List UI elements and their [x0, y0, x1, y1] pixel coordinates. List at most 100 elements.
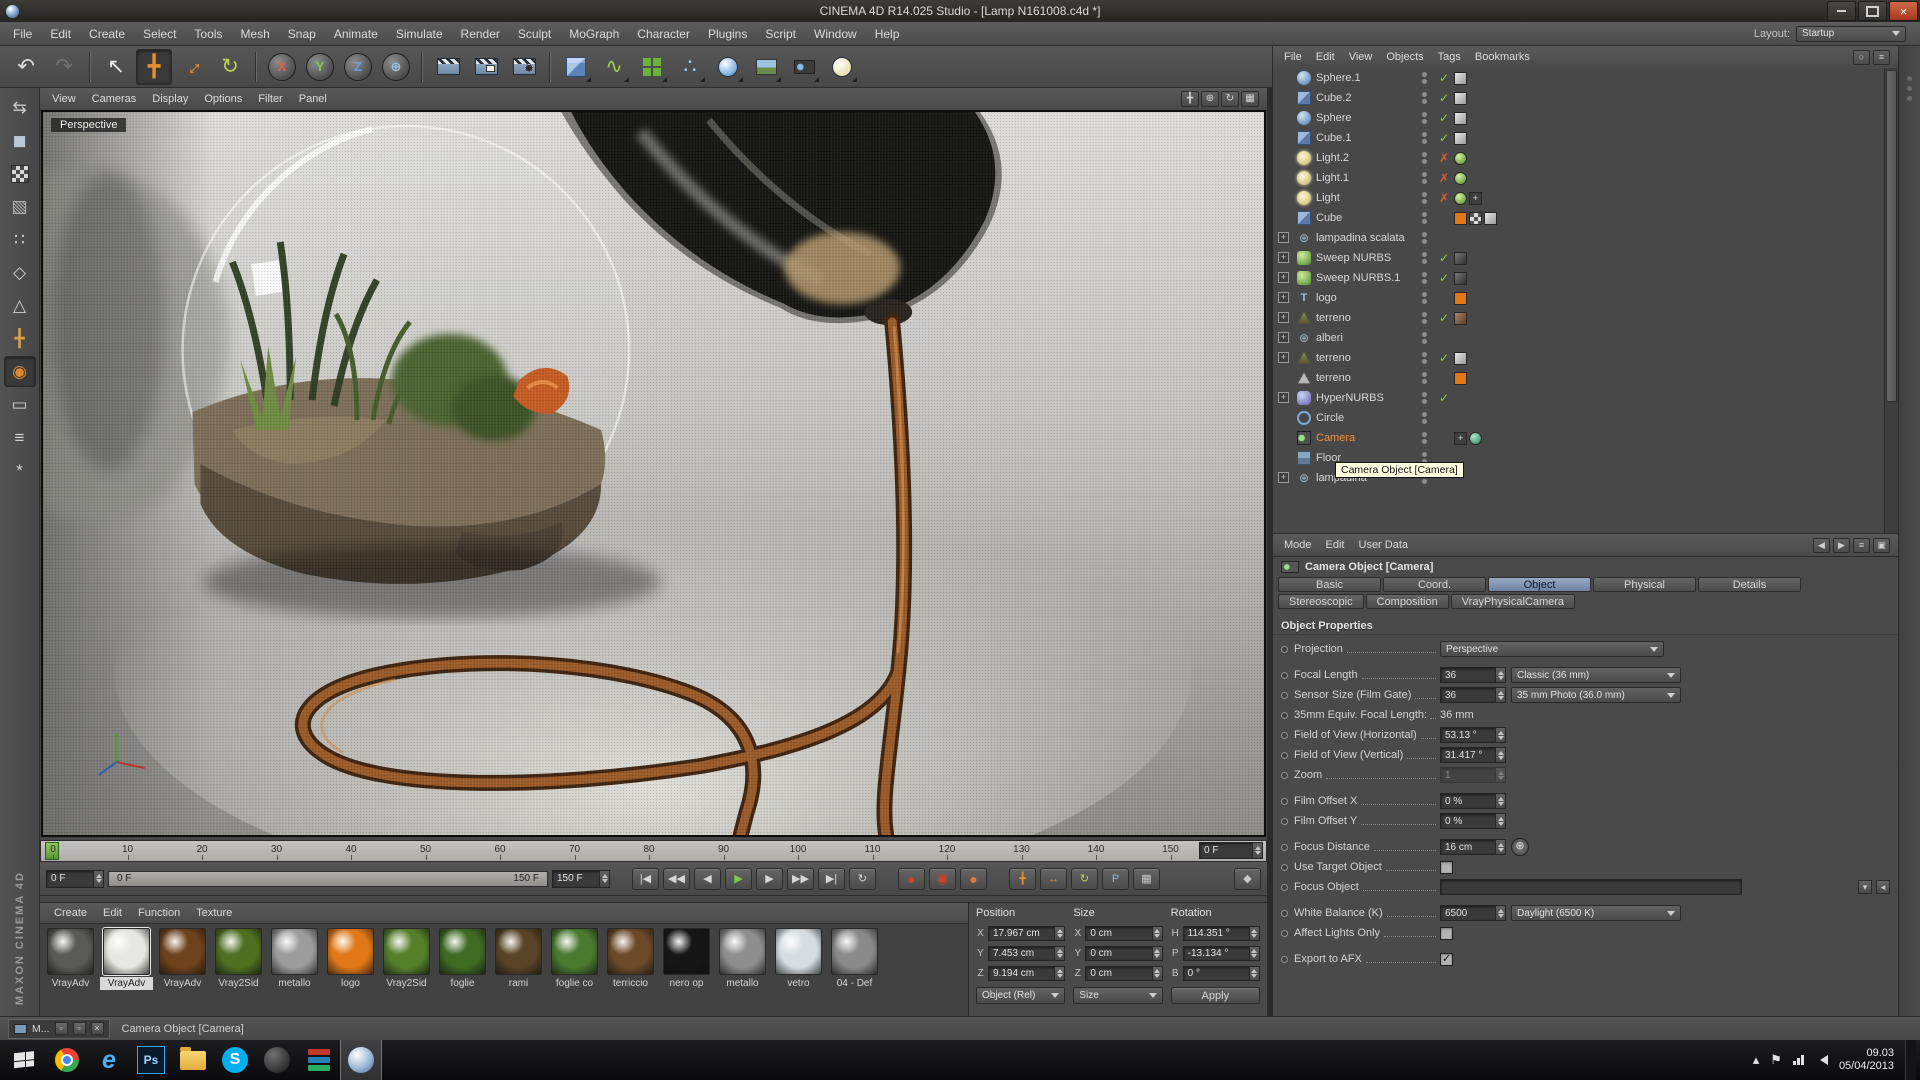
menu-mograph[interactable]: MoGraph — [560, 22, 628, 46]
lock-z-axis-button[interactable]: Z — [340, 49, 376, 85]
lock-y-axis-button[interactable]: Y — [302, 49, 338, 85]
record-options-button[interactable]: ● — [960, 868, 987, 890]
white-balance-k-field[interactable]: 6500 — [1440, 905, 1506, 921]
visibility-dots[interactable] — [1419, 392, 1429, 404]
animation-dot-icon[interactable] — [1281, 752, 1288, 759]
focal-length-dropdown[interactable]: Classic (36 mm) — [1511, 667, 1681, 683]
coord-rotation-h-field[interactable]: 114.351 ° — [1183, 926, 1260, 941]
lock-icon[interactable]: ▣ — [1873, 538, 1890, 553]
focus-distance-field[interactable]: 16 cm — [1440, 839, 1506, 855]
menu-mesh[interactable]: Mesh — [231, 22, 278, 46]
goto-end-button[interactable]: ▶| — [818, 868, 845, 890]
stepper[interactable] — [1054, 967, 1064, 980]
animation-dot-icon[interactable] — [1281, 732, 1288, 739]
target-tag[interactable]: + — [1454, 432, 1467, 445]
object-name[interactable]: Sweep NURBS.1 — [1316, 272, 1400, 284]
object-name[interactable]: Light.2 — [1316, 152, 1349, 164]
coord-position-y-field[interactable]: 7.453 cm — [988, 946, 1065, 961]
projection-dropdown[interactable]: Perspective — [1440, 641, 1664, 657]
animation-dot-icon[interactable] — [1281, 910, 1288, 917]
tab-physical[interactable]: Physical — [1593, 577, 1696, 592]
material-item[interactable]: VrayAdv — [100, 927, 153, 1014]
visibility-dots[interactable] — [1419, 292, 1429, 304]
material-item[interactable]: foglie — [436, 927, 489, 1014]
keyframe-selection-button[interactable]: ◆ — [1234, 868, 1261, 890]
mini-maximize-button[interactable]: ▫ — [73, 1022, 86, 1035]
toggle-views-button[interactable]: ▦ — [1241, 91, 1259, 107]
workplane-mode-button[interactable]: ▧ — [4, 191, 36, 222]
tray-flag-icon[interactable]: ⚑ — [1770, 1052, 1782, 1068]
object-name[interactable]: terreno — [1316, 312, 1351, 324]
visibility-dots[interactable] — [1419, 352, 1429, 364]
material-item[interactable]: VrayAdv — [156, 927, 209, 1014]
record-keyframe-button[interactable]: ● — [898, 868, 925, 890]
enabled-state[interactable]: ✗ — [1436, 151, 1452, 165]
visibility-dots[interactable] — [1419, 272, 1429, 284]
object-name[interactable]: Light.1 — [1316, 172, 1349, 184]
layout-dropdown[interactable]: Startup — [1796, 26, 1906, 42]
visibility-dots[interactable] — [1419, 172, 1429, 184]
menu-edit[interactable]: Edit — [41, 22, 80, 46]
menu-plugins[interactable]: Plugins — [699, 22, 756, 46]
goto-start-button[interactable]: |◀ — [632, 868, 659, 890]
scrollbar-thumb[interactable] — [1886, 70, 1897, 402]
simulate-button[interactable]: ∴ — [672, 49, 708, 85]
model-mode-button[interactable]: ◼ — [4, 125, 36, 156]
taskbar-start-button[interactable] — [4, 1040, 46, 1080]
expand-toggle[interactable]: + — [1278, 292, 1289, 303]
current-frame-field[interactable]: 0 F — [1199, 842, 1263, 859]
taskbar-explorer-button[interactable] — [172, 1040, 214, 1080]
expand-toggle[interactable]: + — [1278, 392, 1289, 403]
thumb-tag[interactable] — [1454, 112, 1467, 125]
taskbar-clock[interactable]: 09.03 05/04/2013 — [1839, 1047, 1894, 1073]
greenball-tag[interactable] — [1454, 192, 1467, 205]
render-picture-viewer-button[interactable] — [468, 49, 504, 85]
taskbar-darkapp-button[interactable] — [256, 1040, 298, 1080]
object-manager-scrollbar[interactable] — [1884, 68, 1898, 533]
material-item[interactable]: rami — [492, 927, 545, 1014]
play-button[interactable]: ▶ — [725, 868, 752, 890]
prev-frame-button[interactable]: ◀ — [694, 868, 721, 890]
tab-coord[interactable]: Coord. — [1383, 577, 1486, 592]
visibility-dots[interactable] — [1419, 72, 1429, 84]
animation-dot-icon[interactable] — [1281, 712, 1288, 719]
visibility-dots[interactable] — [1419, 212, 1429, 224]
menu-simulate[interactable]: Simulate — [387, 22, 452, 46]
coord-rotation-b-field[interactable]: 0 ° — [1183, 966, 1260, 981]
animation-dot-icon[interactable] — [1281, 884, 1288, 891]
viewport-filter-button[interactable]: ≡ — [4, 422, 36, 453]
greenball-tag[interactable] — [1454, 152, 1467, 165]
visibility-dots[interactable] — [1419, 232, 1429, 244]
enabled-state[interactable]: ✗ — [1436, 171, 1452, 185]
close-button[interactable]: × — [1889, 1, 1918, 21]
object-name[interactable]: terreno — [1316, 352, 1351, 364]
live-selection-button[interactable]: ↖ — [98, 49, 134, 85]
rotate-tool-button[interactable]: ↻ — [212, 49, 248, 85]
stepper[interactable] — [93, 871, 103, 887]
material-item[interactable]: vetro — [772, 927, 825, 1014]
object-manager-menu-bookmarks[interactable]: Bookmarks — [1468, 46, 1537, 68]
menu-script[interactable]: Script — [756, 22, 805, 46]
size-dropdown[interactable]: Size — [1073, 987, 1162, 1004]
lock-workplane-button[interactable]: ▭ — [4, 389, 36, 420]
stepper[interactable] — [1495, 688, 1505, 702]
coordinate-system-button[interactable]: ⊕ — [378, 49, 414, 85]
expand-toggle[interactable]: + — [1278, 252, 1289, 263]
menu-sculpt[interactable]: Sculpt — [509, 22, 560, 46]
viewport-canvas[interactable]: Perspective — [41, 110, 1266, 837]
viewport-menu-filter[interactable]: Filter — [250, 88, 290, 110]
field-of-view-horizontal-field[interactable]: 53.13 ° — [1440, 727, 1506, 743]
materials-menu-edit[interactable]: Edit — [95, 903, 130, 923]
make-editable-button[interactable]: ⇆ — [4, 92, 36, 123]
export-to-afx-checkbox[interactable]: ✓ — [1440, 953, 1453, 966]
loop-button[interactable]: ↻ — [849, 868, 876, 890]
history-icon[interactable]: ≡ — [1853, 538, 1870, 553]
preview-range-bar[interactable]: 0 F150 F — [108, 871, 548, 887]
taskbar-cinema4d-button[interactable] — [340, 1040, 382, 1080]
menu-character[interactable]: Character — [628, 22, 699, 46]
enabled-state[interactable]: ✓ — [1436, 71, 1452, 85]
filter-icon[interactable]: ≡ — [1873, 50, 1890, 65]
animation-dot-icon[interactable] — [1281, 930, 1288, 937]
attributes-menu-edit[interactable]: Edit — [1319, 534, 1352, 556]
target-tag[interactable]: + — [1469, 192, 1482, 205]
